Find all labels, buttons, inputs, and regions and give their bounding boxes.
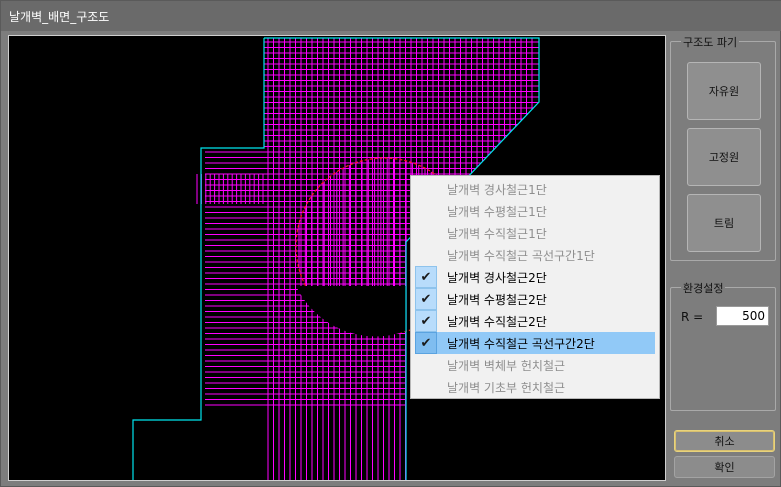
checkmark-icon: ✔ <box>415 332 437 354</box>
radius-label: R = <box>681 310 704 324</box>
structure-group: 구조도 파기 자유원 고정원 트림 <box>670 34 776 261</box>
checkmark-icon: ✔ <box>415 266 437 288</box>
environment-group: 환경설정 R = <box>670 280 776 411</box>
right-panel: 구조도 파기 자유원 고정원 트림 환경설정 R = 취소 확인 <box>668 34 778 481</box>
menu-item[interactable]: 날개벽 수직철근1단 <box>415 222 655 244</box>
checkmark-icon: ✔ <box>415 310 437 332</box>
menu-item[interactable]: 날개벽 기초부 헌치철근 <box>415 376 655 398</box>
window-title: 날개벽_배면_구조도 <box>9 10 110 24</box>
title-bar[interactable]: 날개벽_배면_구조도 <box>1 1 781 31</box>
environment-group-title: 환경설정 <box>681 280 726 296</box>
menu-item-label: 날개벽 수평철근2단 <box>447 293 547 307</box>
menu-item-label: 날개벽 수직철근 곡선구간1단 <box>447 249 595 263</box>
context-menu: 날개벽 경사철근1단날개벽 수평철근1단날개벽 수직철근1단날개벽 수직철근 곡… <box>410 175 660 399</box>
menu-item-label: 날개벽 수평철근1단 <box>447 205 547 219</box>
menu-item[interactable]: 날개벽 수직철근 곡선구간1단 <box>415 244 655 266</box>
dialog-window: 날개벽_배면_구조도 구조도 파기 자유원 고정원 트림 환경설정 R = 취소… <box>0 0 781 487</box>
menu-item[interactable]: 날개벽 경사철근1단 <box>415 178 655 200</box>
wall-outline-left <box>132 38 265 480</box>
menu-item-label: 날개벽 경사철근2단 <box>447 271 547 285</box>
menu-item[interactable]: 날개벽 수평철근1단 <box>415 200 655 222</box>
radius-input[interactable] <box>716 306 769 326</box>
free-circle-button[interactable]: 자유원 <box>687 62 761 120</box>
cancel-button[interactable]: 취소 <box>674 430 775 452</box>
menu-item[interactable]: ✔ 날개벽 수직철근 곡선구간2단 <box>415 332 655 354</box>
menu-item[interactable]: ✔ 날개벽 수평철근2단 <box>415 288 655 310</box>
menu-item-label: 날개벽 수직철근1단 <box>447 227 547 241</box>
fixed-circle-button[interactable]: 고정원 <box>687 128 761 186</box>
menu-item[interactable]: ✔ 날개벽 수직철근2단 <box>415 310 655 332</box>
structure-group-title: 구조도 파기 <box>681 34 740 50</box>
menu-item-label: 날개벽 수직철근 곡선구간2단 <box>447 337 595 351</box>
checkmark-icon: ✔ <box>415 288 437 310</box>
ok-button[interactable]: 확인 <box>674 456 775 478</box>
menu-item-label: 날개벽 수직철근2단 <box>447 315 547 329</box>
menu-item[interactable]: 날개벽 벽체부 헌치철근 <box>415 354 655 376</box>
trim-button[interactable]: 트림 <box>687 194 761 252</box>
menu-item-label: 날개벽 벽체부 헌치철근 <box>447 359 566 373</box>
menu-item-label: 날개벽 기초부 헌치철근 <box>447 381 566 395</box>
menu-item-label: 날개벽 경사철근1단 <box>447 183 547 197</box>
menu-item[interactable]: ✔ 날개벽 경사철근2단 <box>415 266 655 288</box>
